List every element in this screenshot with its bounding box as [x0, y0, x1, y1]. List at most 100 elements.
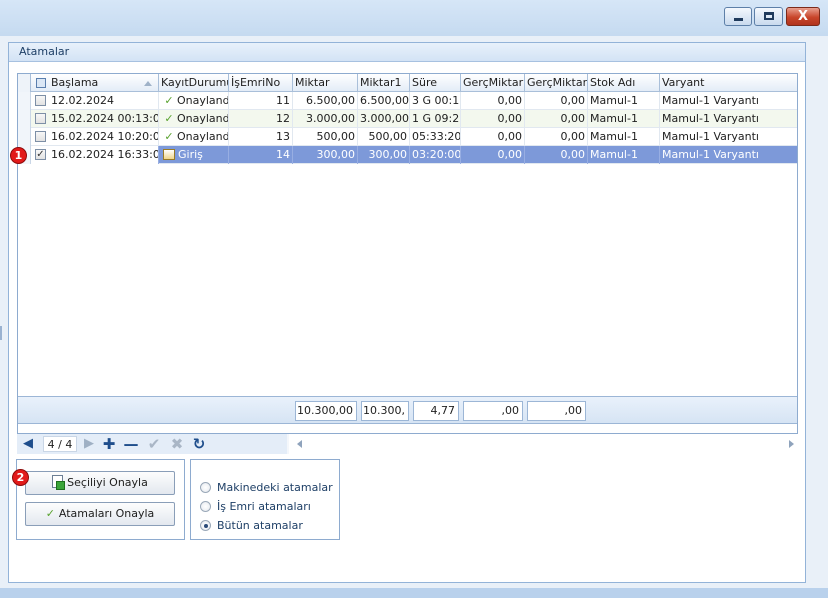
- cell-gercmiktar[interactable]: 0,00: [461, 146, 525, 164]
- row-indicator[interactable]: [18, 110, 31, 128]
- radio-makinedeki-atamalar[interactable]: Makinedeki atamalar: [200, 480, 333, 496]
- annotation-badge-2: 2: [12, 469, 29, 486]
- row-checkbox[interactable]: [35, 131, 46, 142]
- horizontal-scrollbar[interactable]: [289, 434, 798, 454]
- table-row[interactable]: 15.02.2024 00:13:00 ✓ Onaylandı 12 3.000,…: [18, 110, 797, 128]
- cell-miktar1[interactable]: 3.000,00: [358, 110, 410, 128]
- radio-dot[interactable]: [200, 501, 211, 512]
- cell-isemrino[interactable]: 14: [229, 146, 293, 164]
- data-navigator: ◀ 4 / 4 ▶ ✚ — ✔ ✖ ↻: [17, 434, 798, 454]
- cell-isemrino[interactable]: 13: [229, 128, 293, 146]
- group-title: Atamalar: [9, 43, 805, 62]
- cell-miktar[interactable]: 3.000,00: [293, 110, 358, 128]
- table-row-selected[interactable]: ✓ 16.02.2024 16:33:00 Giriş 14 300,00 30…: [18, 146, 797, 164]
- column-baslama[interactable]: Başlama: [31, 74, 159, 92]
- cell-isemrino[interactable]: 12: [229, 110, 293, 128]
- minimize-button[interactable]: [724, 7, 752, 26]
- cell-gercmiktar1[interactable]: 0,00: [525, 128, 588, 146]
- cell-varyant[interactable]: Mamul-1 Varyantı: [660, 146, 797, 164]
- cell-isemrino[interactable]: 11: [229, 92, 293, 110]
- cell-stok-adi[interactable]: Mamul-1: [588, 110, 660, 128]
- column-chooser-icon[interactable]: [36, 78, 46, 88]
- column-gercmiktar[interactable]: GerçMiktar: [461, 74, 525, 92]
- close-button[interactable]: X: [786, 7, 820, 26]
- navigator-buttons: ◀ 4 / 4 ▶ ✚ — ✔ ✖ ↻: [17, 434, 287, 454]
- radio-butun-atamalar[interactable]: Bütün atamalar: [200, 518, 303, 534]
- window-titlebar: X: [0, 0, 828, 36]
- column-varyant[interactable]: Varyant: [660, 74, 797, 92]
- cell-miktar[interactable]: 6.500,00: [293, 92, 358, 110]
- entry-edit-icon: [163, 149, 175, 160]
- atamalar-group: Atamalar Başlama KayıtDurumu İşEmriNo Mi…: [8, 42, 806, 583]
- prev-record-button[interactable]: ◀: [20, 434, 36, 454]
- cell-miktar1[interactable]: 6.500,00: [358, 92, 410, 110]
- cell-gercmiktar1[interactable]: 0,00: [525, 92, 588, 110]
- record-position: 4 / 4: [43, 436, 77, 452]
- column-gercmiktar1[interactable]: GerçMiktar1: [525, 74, 588, 92]
- column-miktar1[interactable]: Miktar1: [358, 74, 410, 92]
- row-indicator[interactable]: [18, 92, 31, 110]
- delete-record-button[interactable]: —: [121, 434, 141, 454]
- cell-gercmiktar[interactable]: 0,00: [461, 110, 525, 128]
- radio-dot-selected[interactable]: [200, 520, 211, 531]
- cell-gercmiktar[interactable]: 0,00: [461, 92, 525, 110]
- minimize-icon: [734, 18, 743, 21]
- row-checkbox[interactable]: [35, 95, 46, 106]
- cell-kayitdurumu[interactable]: ✓ Onaylandı: [159, 110, 229, 128]
- cell-miktar[interactable]: 500,00: [293, 128, 358, 146]
- cell-stok-adi[interactable]: Mamul-1: [588, 146, 660, 164]
- column-kayitdurumu[interactable]: KayıtDurumu: [159, 74, 229, 92]
- refresh-button[interactable]: ↻: [189, 434, 209, 454]
- row-checkbox-checked[interactable]: ✓: [35, 149, 46, 160]
- cell-kayitdurumu[interactable]: ✓ Onaylandı: [159, 128, 229, 146]
- scroll-left-icon[interactable]: [297, 440, 302, 448]
- approve-selected-button[interactable]: Seçiliyi Onayla: [25, 471, 175, 495]
- cell-kayitdurumu[interactable]: Giriş: [159, 146, 229, 164]
- table-row[interactable]: 16.02.2024 10:20:00 ✓ Onaylandı 13 500,00…: [18, 128, 797, 146]
- approve-all-button[interactable]: ✓ Atamaları Onayla: [25, 502, 175, 526]
- cell-baslama[interactable]: 16.02.2024 10:20:00: [31, 128, 159, 146]
- cell-kayitdurumu[interactable]: ✓ Onaylandı: [159, 92, 229, 110]
- approved-check-icon: ✓: [164, 112, 174, 125]
- scroll-right-icon[interactable]: [789, 440, 794, 448]
- next-record-button[interactable]: ▶: [81, 434, 97, 454]
- cell-sure[interactable]: 1 G 09:20: [410, 110, 461, 128]
- maximize-button[interactable]: [754, 7, 783, 26]
- cell-varyant[interactable]: Mamul-1 Varyantı: [660, 128, 797, 146]
- cell-stok-adi[interactable]: Mamul-1: [588, 128, 660, 146]
- cell-sure[interactable]: 03:20:00: [410, 146, 461, 164]
- row-checkbox[interactable]: [35, 113, 46, 124]
- cell-stok-adi[interactable]: Mamul-1: [588, 92, 660, 110]
- cell-varyant[interactable]: Mamul-1 Varyantı: [660, 92, 797, 110]
- column-stok-adi[interactable]: Stok Adı: [588, 74, 660, 92]
- cell-gercmiktar[interactable]: 0,00: [461, 128, 525, 146]
- splitter-handle[interactable]: [0, 326, 2, 340]
- total-sure: 4,77: [413, 401, 459, 421]
- action-panel: Seçiliyi Onayla ✓ Atamaları Onayla: [16, 459, 185, 540]
- cell-gercmiktar1[interactable]: 0,00: [525, 146, 588, 164]
- column-miktar[interactable]: Miktar: [293, 74, 358, 92]
- cell-varyant[interactable]: Mamul-1 Varyantı: [660, 110, 797, 128]
- cell-baslama[interactable]: 12.02.2024: [31, 92, 159, 110]
- cell-baslama[interactable]: 15.02.2024 00:13:00: [31, 110, 159, 128]
- approved-check-icon: ✓: [164, 94, 174, 107]
- cell-miktar1[interactable]: 500,00: [358, 128, 410, 146]
- cell-sure[interactable]: 05:33:20: [410, 128, 461, 146]
- table-row[interactable]: 12.02.2024 ✓ Onaylandı 11 6.500,00 6.500,…: [18, 92, 797, 110]
- cancel-edit-button[interactable]: ✖: [167, 434, 187, 454]
- cell-miktar1[interactable]: 300,00: [358, 146, 410, 164]
- close-icon: X: [798, 9, 809, 24]
- radio-dot[interactable]: [200, 482, 211, 493]
- cell-gercmiktar1[interactable]: 0,00: [525, 110, 588, 128]
- cell-baslama-focused[interactable]: ✓ 16.02.2024 16:33:00: [31, 146, 159, 164]
- total-gercmiktar: ,00: [463, 401, 523, 421]
- add-record-button[interactable]: ✚: [99, 434, 119, 454]
- column-isemrino[interactable]: İşEmriNo: [229, 74, 293, 92]
- post-edit-button[interactable]: ✔: [144, 434, 164, 454]
- row-indicator[interactable]: [18, 128, 31, 146]
- column-sure[interactable]: Süre: [410, 74, 461, 92]
- cell-miktar[interactable]: 300,00: [293, 146, 358, 164]
- radio-is-emri-atamalari[interactable]: İş Emri atamaları: [200, 499, 311, 515]
- check-icon: ✓: [45, 507, 55, 520]
- cell-sure[interactable]: 3 G 00:13: [410, 92, 461, 110]
